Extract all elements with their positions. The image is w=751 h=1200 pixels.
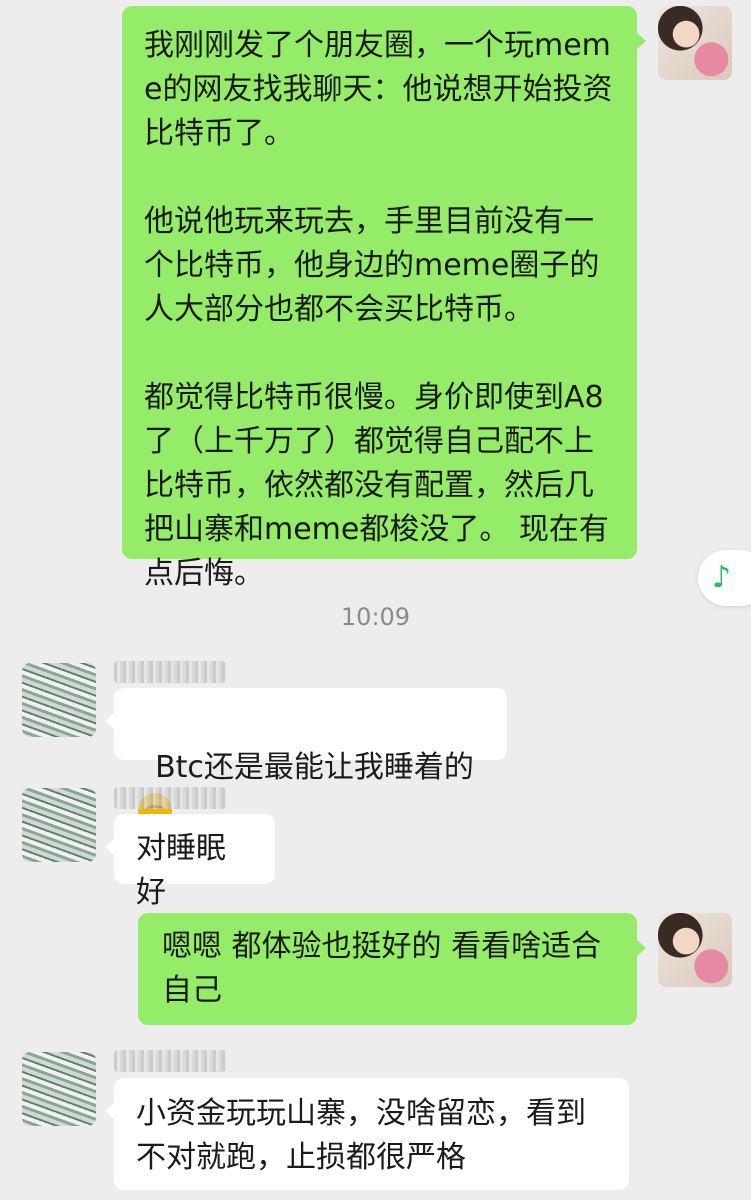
message-bubble-sent[interactable]: 我刚刚发了个朋友圈，一个玩meme的网友找我聊天：他说想开始投资比特币了。 他说… [122, 6, 646, 591]
message-bubble-received[interactable]: Btc还是最能让我睡着的 [105, 688, 507, 827]
message-timestamp: 10:09 [340, 603, 411, 631]
music-note-icon: ♪ [712, 560, 732, 595]
message-bubble-sent[interactable]: 嗯嗯 都体验也挺好的 看看啥适合自己 [138, 913, 646, 1025]
contact-nickname-blurred [114, 787, 226, 809]
music-player-button[interactable]: ♪ [698, 550, 751, 606]
contact-nickname-blurred [114, 1050, 226, 1072]
self-avatar[interactable] [658, 6, 732, 80]
contact-avatar[interactable] [22, 663, 96, 737]
contact-nickname-blurred [114, 661, 226, 683]
contact-avatar[interactable] [22, 1052, 96, 1126]
message-bubble-received[interactable]: 对睡眠好 [105, 814, 275, 910]
contact-avatar[interactable] [22, 788, 96, 862]
message-text: Btc还是最能让我睡着的 [155, 750, 474, 785]
message-bubble-received[interactable]: 小资金玩玩山寨，没啥留恋，看到不对就跑，止损都很严格 [105, 1078, 629, 1190]
self-avatar[interactable] [658, 913, 732, 987]
